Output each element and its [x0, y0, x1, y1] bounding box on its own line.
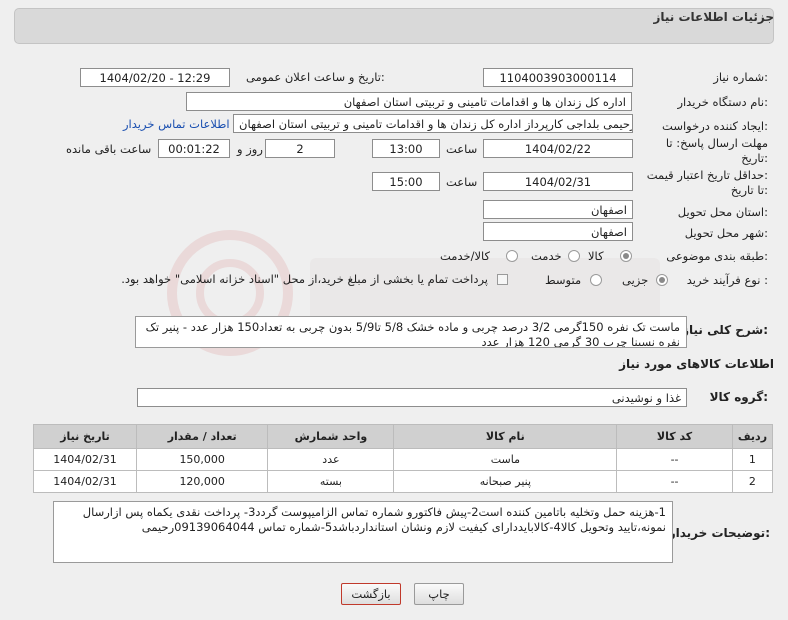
cell-unit: عدد [267, 448, 395, 471]
process-option-minor: جزیی [622, 273, 649, 287]
col-item-name: نام کالا [393, 424, 618, 449]
process-radio-medium[interactable] [590, 274, 602, 286]
deadline-date-field: 1404/02/22 [483, 139, 633, 158]
summary-label: شرح کلی نیاز: [682, 323, 768, 337]
remaining-time-field: 00:01:22 [158, 139, 230, 158]
col-need-date: تاریخ نیاز [32, 424, 138, 449]
category-radio-service[interactable] [568, 250, 580, 262]
validity-time-label: ساعت [446, 175, 478, 189]
days-remaining-field: 2 [265, 139, 335, 158]
table-row: 1 -- ماست عدد 150,000 1404/02/31 [32, 448, 774, 471]
category-option-service: خدمت [531, 249, 562, 263]
cell-unit: بسته [267, 470, 395, 493]
province-label: استان محل تحویل: [677, 205, 768, 219]
table-row: 2 -- پنیر صبحانه بسته 120,000 1404/02/31 [32, 470, 774, 493]
goods-group-field: غذا و نوشیدنی [137, 388, 687, 407]
deadline-label-line2: تاریخ: [741, 151, 768, 165]
category-radio-goods[interactable] [620, 250, 632, 262]
process-radio-minor[interactable] [656, 274, 668, 286]
process-option-medium: متوسط [545, 273, 582, 287]
cell-item-code: -- [616, 448, 733, 471]
process-label: نوع فرآیند خرید : [686, 273, 768, 287]
validity-label-line2: تا تاریخ: [730, 183, 768, 197]
announce-date-field: 1404/02/20 - 12:29 [80, 68, 230, 87]
need-number-label: شماره نیاز: [713, 70, 768, 84]
cell-row-number: 2 [731, 470, 774, 493]
buyer-notes-label: توضیحات خریدار: [668, 526, 770, 540]
category-label: طبقه بندی موضوعی: [666, 249, 768, 263]
buyer-contact-link[interactable]: اطلاعات تماس خریدار [123, 117, 230, 131]
category-radio-goods-service[interactable] [506, 250, 518, 262]
province-field: اصفهان [483, 200, 633, 219]
cell-item-name: پنیر صبحانه [393, 470, 618, 493]
remaining-time-label: ساعت باقی مانده [66, 142, 152, 156]
col-quantity: تعداد / مقدار [136, 424, 269, 449]
requester-field: مجتبی رحیمی بلداجی کارپرداز اداره کل زند… [233, 114, 633, 133]
cell-need-date: 1404/02/31 [32, 448, 138, 471]
city-label: شهر محل تحویل: [684, 226, 768, 240]
treasury-payment-note: پرداخت تمام یا بخشی از مبلغ خرید،از محل … [121, 272, 488, 286]
deadline-time-label: ساعت [446, 142, 478, 156]
page-title: جزئیات اطلاعات نیاز [653, 10, 774, 24]
items-table: ردیف کد کالا نام کالا واحد شمارش تعداد /… [32, 424, 774, 493]
cell-row-number: 1 [731, 448, 774, 471]
cell-need-date: 1404/02/31 [32, 470, 138, 493]
col-unit: واحد شمارش [267, 424, 395, 449]
col-row-number: ردیف [731, 424, 774, 449]
requester-label: ایجاد کننده درخواست: [662, 119, 768, 133]
print-button[interactable]: چاپ [414, 583, 464, 605]
cell-item-code: -- [616, 470, 733, 493]
cell-quantity: 120,000 [136, 470, 269, 493]
validity-label-line1: حداقل تاریخ اعتبار قیمت: [646, 168, 768, 182]
validity-time-field: 15:00 [372, 172, 440, 191]
buyer-org-field: اداره کل زندان ها و اقدامات تامینی و ترب… [186, 92, 632, 111]
cell-item-name: ماست [393, 448, 618, 471]
goods-group-label: گروه کالا: [709, 390, 768, 404]
summary-textarea: ماست تک نفره 150گرمی 3/2 درصد چربی و ماد… [135, 316, 687, 348]
validity-date-field: 1404/02/31 [483, 172, 633, 191]
need-number-field: 1104003903000114 [483, 68, 633, 87]
announce-label: تاریخ و ساعت اعلان عمومی: [246, 70, 385, 84]
table-header-row: ردیف کد کالا نام کالا واحد شمارش تعداد /… [32, 424, 774, 449]
treasury-payment-checkbox[interactable] [497, 274, 508, 285]
buyer-org-label: نام دستگاه خریدار: [677, 95, 768, 109]
deadline-time-field: 13:00 [372, 139, 440, 158]
goods-section-title: اطلاعات کالاهای مورد نیاز [619, 357, 774, 371]
category-option-goods-service: کالا/خدمت [440, 249, 491, 263]
buyer-notes-textarea: 1-هزینه حمل وتخلیه باتامین کننده است2-پی… [53, 501, 673, 563]
cell-quantity: 150,000 [136, 448, 269, 471]
city-field: اصفهان [483, 222, 633, 241]
back-button[interactable]: بازگشت [341, 583, 401, 605]
category-option-goods: کالا [588, 249, 604, 263]
col-item-code: کد کالا [616, 424, 733, 449]
days-label: روز و [237, 142, 263, 156]
deadline-label-line1: مهلت ارسال پاسخ: تا [665, 136, 768, 150]
